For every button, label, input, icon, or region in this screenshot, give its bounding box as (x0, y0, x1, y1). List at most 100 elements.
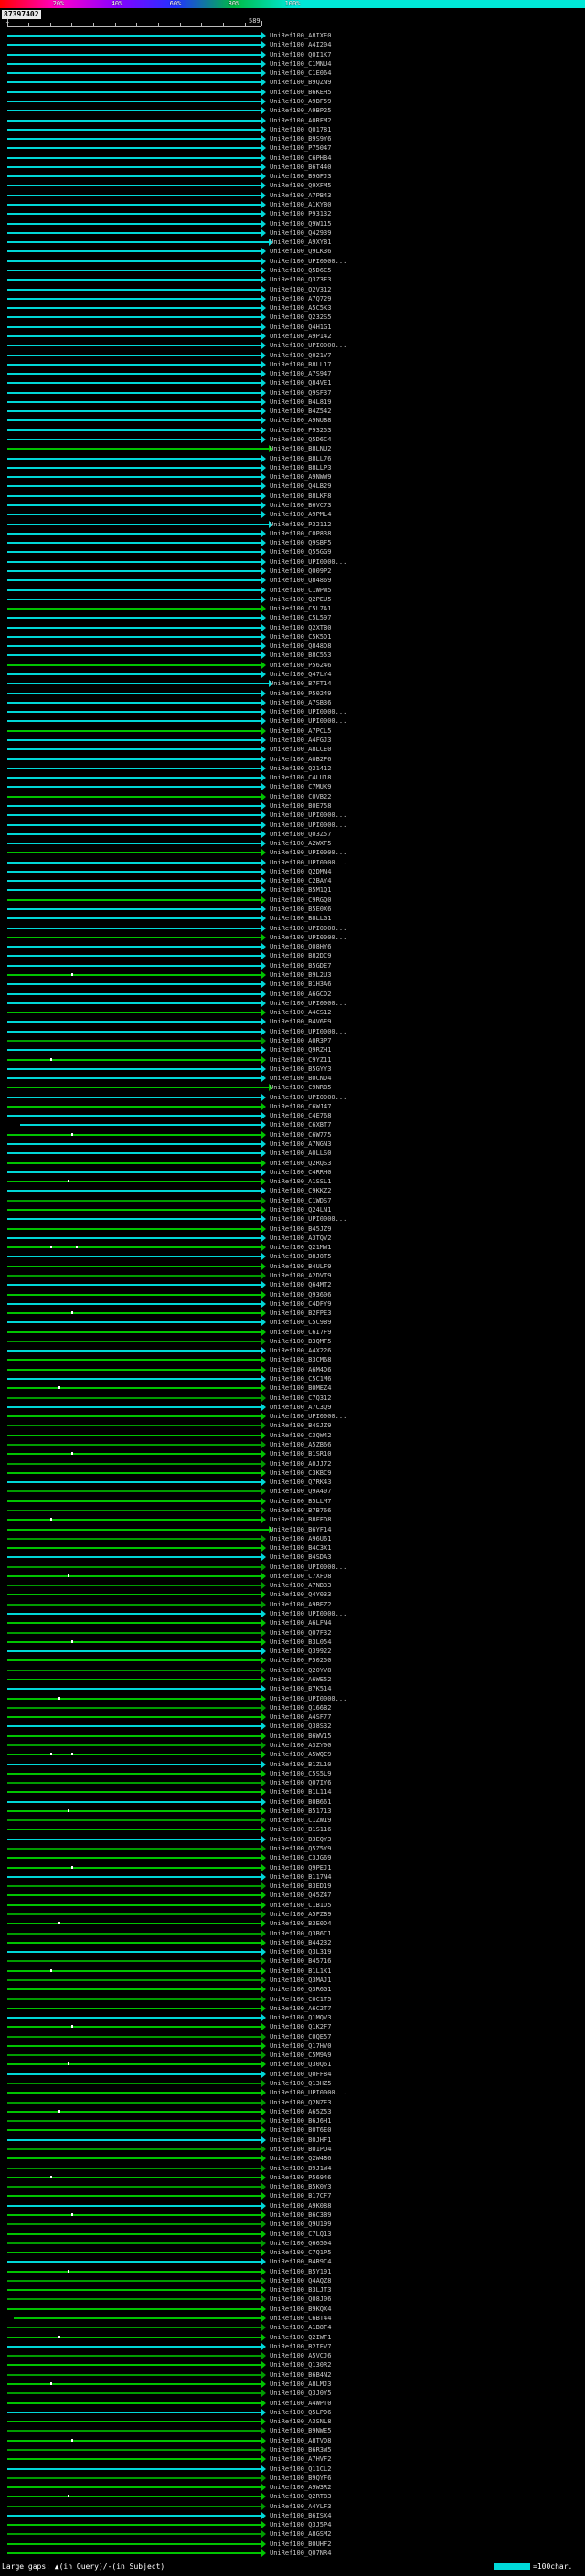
hit-label[interactable]: UniRef100_UPI0000... (270, 558, 346, 566)
hit-bar[interactable] (7, 2045, 261, 2047)
hit-bar[interactable] (7, 2477, 261, 2479)
hit-label[interactable]: UniRef100_Q4AQZ8 (270, 2277, 331, 2284)
hit-bar[interactable] (7, 1171, 261, 1173)
hit-label[interactable]: UniRef100_C5L7A1 (270, 605, 331, 612)
hit-row[interactable]: UniRef100_C0P838 (0, 529, 585, 538)
hit-row[interactable]: UniRef100_C5L7A1 (0, 604, 585, 613)
hit-label[interactable]: UniRef100_C1WPW5 (270, 587, 331, 594)
hit-label[interactable]: UniRef100_C2BAY4 (270, 877, 331, 885)
hit-bar[interactable] (7, 2233, 261, 2235)
hit-row[interactable]: UniRef100_B7B766 (0, 1506, 585, 1515)
hit-bar[interactable] (7, 401, 261, 403)
hit-bar[interactable] (7, 223, 261, 225)
hit-label[interactable]: UniRef100_B5GYY3 (270, 1065, 331, 1073)
hit-bar[interactable] (7, 2392, 261, 2394)
hit-bar[interactable] (7, 1228, 261, 1230)
hit-label[interactable]: UniRef100_UPI0000... (270, 1695, 346, 1702)
hit-bar[interactable] (13, 2317, 261, 2319)
hit-label[interactable]: UniRef100_B8LL17 (270, 361, 331, 368)
hit-bar[interactable] (7, 1369, 261, 1371)
hit-bar[interactable] (7, 1547, 261, 1549)
hit-label[interactable]: UniRef100_A9BP25 (270, 107, 331, 114)
hit-row[interactable]: UniRef100_C5C9B9 (0, 1318, 585, 1327)
hit-bar[interactable] (7, 758, 261, 760)
hit-row[interactable]: UniRef100_Q2V312 (0, 285, 585, 294)
hit-row[interactable]: UniRef100_Q21MW1 (0, 1243, 585, 1252)
hit-label[interactable]: UniRef100_Q9RZH1 (270, 1046, 331, 1054)
hit-row[interactable]: UniRef100_A5ZB66 (0, 1440, 585, 1449)
hit-row[interactable]: UniRef100_C5K5D1 (0, 632, 585, 641)
hit-row[interactable]: UniRef100_C3QW42 (0, 1431, 585, 1440)
hit-row[interactable]: UniRef100_Q07IY6 (0, 1778, 585, 1787)
hit-bar[interactable] (7, 1857, 261, 1859)
hit-row[interactable]: UniRef100_A9XYB1 (0, 238, 585, 247)
hit-label[interactable]: UniRef100_A96U61 (270, 1535, 331, 1542)
hit-row[interactable]: UniRef100_UPI0000... (0, 811, 585, 820)
hit-row[interactable]: UniRef100_B8LLP3 (0, 463, 585, 472)
hit-bar[interactable] (7, 335, 261, 337)
hit-bar[interactable] (7, 2337, 261, 2338)
hit-bar[interactable] (7, 720, 261, 722)
hit-label[interactable]: UniRef100_B3LJT3 (270, 2286, 331, 2294)
hit-label[interactable]: UniRef100_UPI0000... (270, 342, 346, 349)
hit-row[interactable]: UniRef100_A7NB33 (0, 1581, 585, 1590)
hit-row[interactable]: UniRef100_Q3J5P4 (0, 2520, 585, 2529)
hit-bar[interactable] (7, 1143, 261, 1145)
hit-label[interactable]: UniRef100_B0MEZ4 (270, 1384, 331, 1392)
hit-row[interactable]: UniRef100_UPI0000... (0, 1214, 585, 1224)
hit-bar[interactable] (7, 364, 261, 366)
hit-bar[interactable] (7, 1923, 261, 1924)
hit-label[interactable]: UniRef100_B4ULF9 (270, 1263, 331, 1270)
hit-label[interactable]: UniRef100_A8LCE0 (270, 746, 331, 753)
hit-row[interactable]: UniRef100_B2IEV7 (0, 2342, 585, 2351)
hit-label[interactable]: UniRef100_B6VC73 (270, 502, 331, 509)
hit-row[interactable]: UniRef100_A9NWW9 (0, 472, 585, 482)
hit-row[interactable]: UniRef100_A0B2F6 (0, 755, 585, 764)
hit-row[interactable]: UniRef100_B4C3X1 (0, 1543, 585, 1553)
hit-bar[interactable] (7, 589, 261, 591)
hit-row[interactable]: UniRef100_Q08HY6 (0, 942, 585, 951)
hit-row[interactable]: UniRef100_A96U61 (0, 1534, 585, 1543)
hit-row[interactable]: UniRef100_Q2RT83 (0, 2492, 585, 2501)
hit-label[interactable]: UniRef100_Q2RT83 (270, 2493, 331, 2500)
hit-label[interactable]: UniRef100_A5ZB66 (270, 1441, 331, 1448)
hit-row[interactable]: UniRef100_B9L2U3 (0, 970, 585, 980)
hit-row[interactable]: UniRef100_C7MUK9 (0, 782, 585, 791)
hit-row[interactable]: UniRef100_A9K088 (0, 2201, 585, 2210)
hit-label[interactable]: UniRef100_B5E0X6 (270, 906, 331, 913)
hit-bar[interactable] (7, 250, 261, 252)
hit-label[interactable]: UniRef100_B4SJZ9 (270, 1422, 331, 1429)
hit-label[interactable]: UniRef100_UPI0000... (270, 1610, 346, 1617)
hit-label[interactable]: UniRef100_UPI0000... (270, 1413, 346, 1420)
hit-bar[interactable] (7, 889, 261, 891)
hit-bar[interactable] (7, 1867, 261, 1869)
hit-row[interactable]: UniRef100_C4DFY9 (0, 1299, 585, 1309)
hit-bar[interactable] (7, 1716, 261, 1718)
hit-label[interactable]: UniRef100_UPI0000... (270, 1094, 346, 1101)
hit-row[interactable]: UniRef100_B0CND4 (0, 1074, 585, 1083)
hit-label[interactable]: UniRef100_C1B1D5 (270, 1902, 331, 1909)
hit-label[interactable]: UniRef100_Q7RK43 (270, 1479, 331, 1486)
hit-row[interactable]: UniRef100_B5GDE7 (0, 961, 585, 970)
hit-row[interactable]: UniRef100_C0QE57 (0, 2032, 585, 2041)
hit-row[interactable]: UniRef100_Q38S32 (0, 1722, 585, 1731)
hit-row[interactable]: UniRef100_B5K0Y3 (0, 2182, 585, 2191)
hit-label[interactable]: UniRef100_Q9A407 (270, 1488, 331, 1495)
hit-row[interactable]: UniRef100_Q3J0Y5 (0, 2389, 585, 2398)
hit-row[interactable]: UniRef100_Q3R6G1 (0, 1985, 585, 1994)
hit-label[interactable]: UniRef100_P56946 (270, 2174, 331, 2181)
hit-label[interactable]: UniRef100_B6C3B9 (270, 2211, 331, 2219)
hit-row[interactable]: UniRef100_Q47LY4 (0, 670, 585, 679)
hit-row[interactable]: UniRef100_B6C3B9 (0, 2210, 585, 2220)
hit-label[interactable]: UniRef100_B9J1W4 (270, 2165, 331, 2172)
hit-label[interactable]: UniRef100_B1L114 (270, 1788, 331, 1796)
hit-label[interactable]: UniRef100_UPI0000... (270, 717, 346, 725)
hit-label[interactable]: UniRef100_B117N4 (270, 1873, 331, 1881)
hit-row[interactable]: UniRef100_B1SR10 (0, 1449, 585, 1458)
hit-label[interactable]: UniRef100_B7K514 (270, 1685, 331, 1692)
hit-bar[interactable] (7, 683, 261, 684)
hit-row[interactable]: UniRef100_B01PU4 (0, 2145, 585, 2154)
hit-row[interactable]: UniRef100_C6I7F9 (0, 1328, 585, 1337)
hit-label[interactable]: UniRef100_UPI0000... (270, 1028, 346, 1035)
hit-row[interactable]: UniRef100_UPI0000... (0, 1563, 585, 1572)
